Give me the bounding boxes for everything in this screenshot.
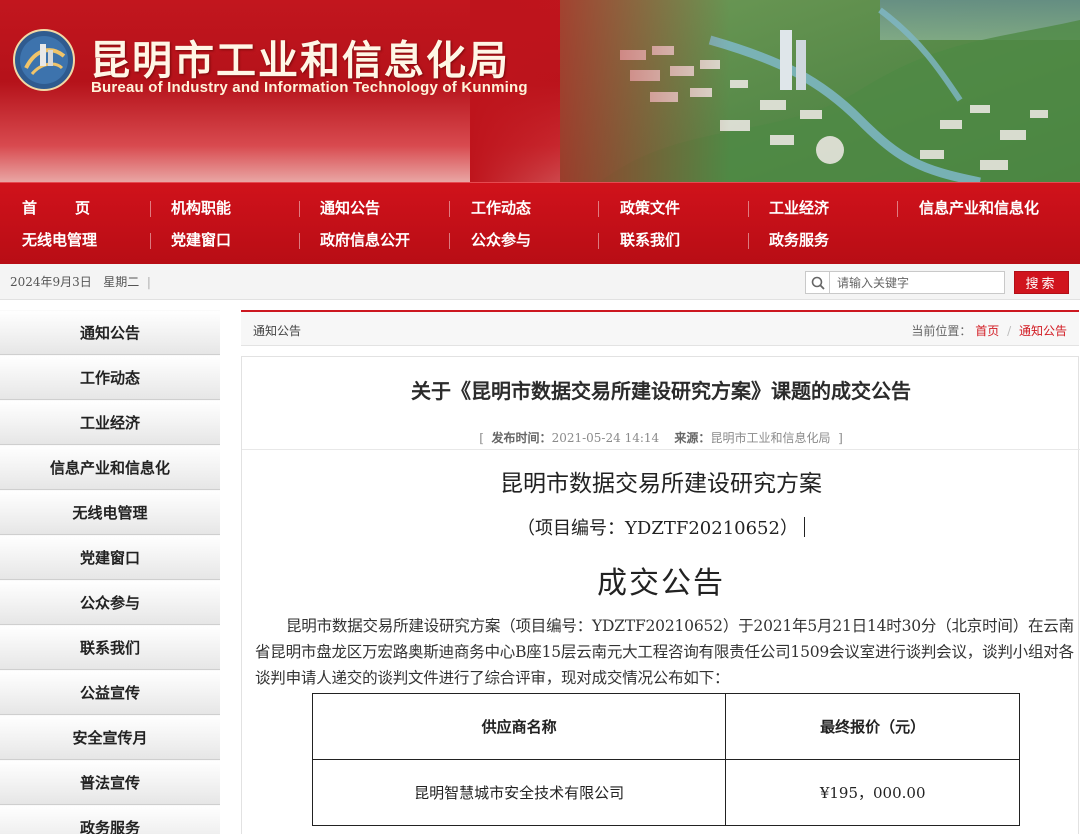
publish-label: 发布时间： — [491, 431, 552, 445]
meta-bracket-close: ] — [838, 431, 843, 445]
sidebar-item-industry-economy[interactable]: 工业经济 — [0, 400, 220, 445]
sidebar-item-public[interactable]: 公众参与 — [0, 580, 220, 625]
notice-title: 成交公告 — [597, 566, 725, 601]
sidebar-item-public-welfare[interactable]: 公益宣传 — [0, 670, 220, 715]
nav-item-policy[interactable]: 政策文件 — [620, 197, 680, 219]
table-header-price: 最终报价（元） — [725, 693, 1020, 760]
nav-divider — [598, 201, 599, 217]
nav-item-contact[interactable]: 联系我们 — [620, 229, 680, 251]
breadcrumb: 当前位置： 首页 / 通知公告 — [911, 322, 1067, 339]
article-title: 关于《昆明市数据交易所建设研究方案》课题的成交公告 — [411, 379, 911, 403]
main-nav: 首页 机构职能 通知公告 工作动态 政策文件 工业经济 信息产业和信息化 无线电… — [0, 182, 1080, 264]
site-subtitle: Bureau of Industry and Information Techn… — [91, 79, 528, 96]
nav-item-info-industry[interactable]: 信息产业和信息化 — [919, 197, 1039, 219]
breadcrumb-home[interactable]: 首页 — [975, 324, 999, 338]
project-number-text: （项目编号：YDZTF20210652） — [517, 518, 798, 539]
nav-item-work-news[interactable]: 工作动态 — [471, 197, 531, 219]
article: 关于《昆明市数据交易所建设研究方案》课题的成交公告 [ 发布时间：2021-05… — [241, 356, 1080, 834]
nav-divider — [748, 233, 749, 249]
nav-divider — [748, 201, 749, 217]
nav-divider — [449, 201, 450, 217]
nav-divider — [598, 233, 599, 249]
search-input[interactable] — [830, 272, 1000, 293]
sidebar-item-notices[interactable]: 通知公告 — [0, 310, 220, 355]
meta-divider — [242, 449, 1080, 450]
project-number: （项目编号：YDZTF20210652） — [242, 514, 1080, 540]
breadcrumb-current[interactable]: 通知公告 — [1019, 324, 1067, 338]
search-button[interactable]: 搜索 — [1014, 271, 1069, 294]
table-cell-price: ¥195，000.00 — [725, 759, 1020, 826]
nav-divider — [150, 201, 151, 217]
section-label: 通知公告 — [253, 324, 302, 338]
table-header-supplier: 供应商名称 — [311, 693, 727, 760]
sidebar-item-info-industry[interactable]: 信息产业和信息化 — [0, 445, 220, 490]
publish-time: 2021-05-24 14:14 — [551, 431, 660, 445]
nav-item-functions[interactable]: 机构职能 — [171, 197, 231, 219]
table-row: 昆明智慧城市安全技术有限公司 ¥195，000.00 — [311, 759, 1020, 826]
sidebar-item-party[interactable]: 党建窗口 — [0, 535, 220, 580]
nav-item-home-label: 首页 — [22, 199, 129, 217]
table-cell-supplier: 昆明智慧城市安全技术有限公司 — [311, 759, 727, 826]
table-header-row: 供应商名称 最终报价（元） — [311, 693, 1020, 760]
nav-item-home[interactable]: 首页 — [22, 197, 128, 219]
search-box — [805, 271, 1005, 294]
content-header: 通知公告 当前位置： 首页 / 通知公告 — [241, 310, 1079, 346]
article-body: 昆明市数据交易所建设研究方案（项目编号：YDZTF20210652）于2021年… — [255, 617, 1074, 687]
sidebar-item-work-news[interactable]: 工作动态 — [0, 355, 220, 400]
text-cursor — [803, 517, 805, 537]
nav-divider — [150, 233, 151, 249]
document-title: 昆明市数据交易所建设研究方案 — [500, 471, 822, 497]
date-divider: | — [146, 275, 151, 289]
sidebar-item-contact[interactable]: 联系我们 — [0, 625, 220, 670]
nav-item-public[interactable]: 公众参与 — [471, 229, 531, 251]
search-icon[interactable] — [806, 272, 830, 293]
bureau-emblem-icon — [13, 29, 75, 91]
source-value: 昆明市工业和信息化局 — [710, 431, 831, 445]
breadcrumb-label: 当前位置： — [911, 324, 972, 338]
weekday-value: 星期二 — [103, 275, 140, 289]
nav-item-radio[interactable]: 无线电管理 — [22, 229, 97, 251]
nav-item-services[interactable]: 政务服务 — [769, 229, 829, 251]
nav-divider — [299, 201, 300, 217]
current-date: 2024年9月3日 星期二 | — [10, 273, 151, 290]
meta-bracket-open: [ — [479, 431, 484, 445]
date-value: 2024年9月3日 — [10, 275, 92, 289]
nav-divider — [299, 233, 300, 249]
result-table: 供应商名称 最终报价（元） 昆明智慧城市安全技术有限公司 ¥195，000.00 — [311, 693, 1020, 826]
source-label: 来源： — [674, 431, 711, 445]
sidebar: 通知公告 工作动态 工业经济 信息产业和信息化 无线电管理 党建窗口 公众参与 … — [0, 310, 220, 834]
nav-divider — [449, 233, 450, 249]
date-search-bar: 2024年9月3日 星期二 | 搜索 — [0, 264, 1080, 300]
site-title: 昆明市工业和信息化局 — [90, 37, 510, 84]
sidebar-item-law[interactable]: 普法宣传 — [0, 760, 220, 805]
nav-item-gov-info[interactable]: 政府信息公开 — [320, 229, 410, 251]
article-meta: [ 发布时间：2021-05-24 14:14 来源：昆明市工业和信息化局 ] — [242, 429, 1080, 446]
breadcrumb-separator: / — [1007, 324, 1012, 338]
sidebar-item-radio[interactable]: 无线电管理 — [0, 490, 220, 535]
nav-item-industry-economy[interactable]: 工业经济 — [769, 197, 829, 219]
sidebar-item-safety-month[interactable]: 安全宣传月 — [0, 715, 220, 760]
sidebar-item-services[interactable]: 政务服务 — [0, 805, 220, 834]
nav-divider — [897, 201, 898, 217]
site-banner: 昆明市工业和信息化局 Bureau of Industry and Inform… — [0, 0, 1080, 182]
nav-item-party[interactable]: 党建窗口 — [171, 229, 231, 251]
nav-item-notices[interactable]: 通知公告 — [320, 197, 380, 219]
